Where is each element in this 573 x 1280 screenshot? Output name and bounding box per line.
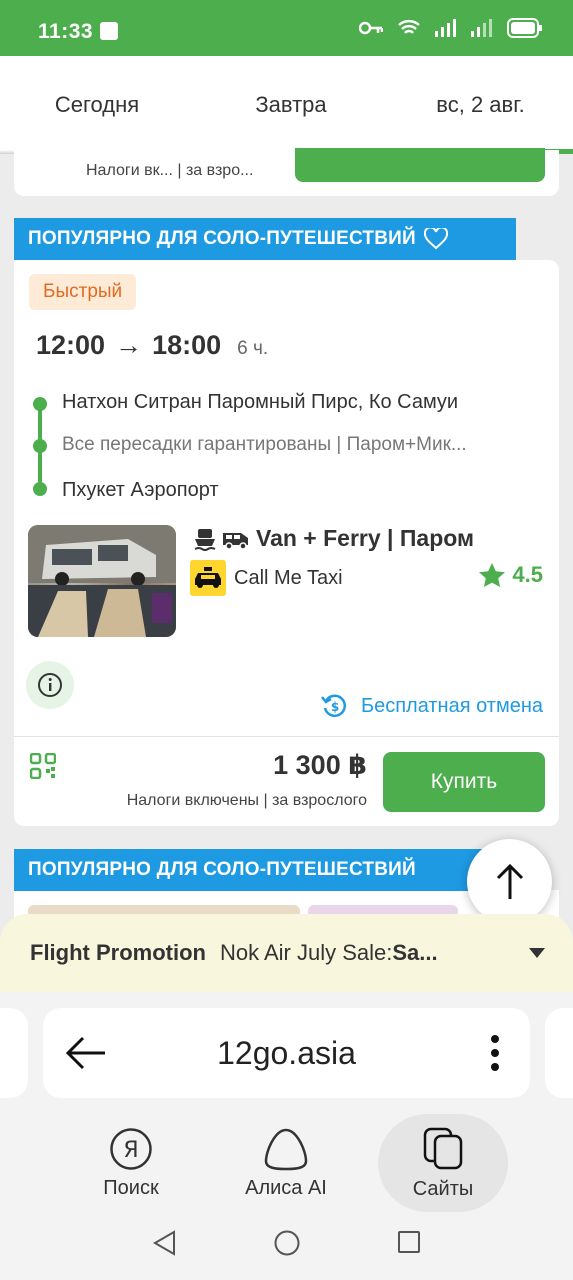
- more-menu-icon[interactable]: [490, 1034, 500, 1072]
- route-dot-middle: [33, 439, 47, 453]
- url-text[interactable]: 12go.asia: [43, 1035, 530, 1072]
- tabs-icon: [423, 1127, 463, 1169]
- yandex-icon: Я: [110, 1127, 152, 1170]
- stop-departure: Натхон Ситран Паромный Пирс, Ко Самуи: [62, 391, 459, 413]
- previous-card: Налоги вк... | за взро...: [14, 148, 559, 196]
- promo-label: Flight Promotion: [30, 940, 206, 965]
- free-cancellation[interactable]: $ Бесплатная отмена: [320, 692, 543, 720]
- operator[interactable]: Call Me Taxi: [190, 560, 343, 596]
- vehicle-label: Van + Ferry | Паром: [256, 525, 475, 551]
- system-navigation-bar: [0, 1214, 573, 1280]
- route-dot-start: [33, 397, 47, 411]
- card-divider: [14, 736, 559, 737]
- next-tab-card[interactable]: [545, 1008, 573, 1098]
- solo-travel-ribbon: ПОПУЛЯРНО ДЛЯ СОЛО-ПУТЕШЕСТВИЙ: [14, 218, 516, 260]
- status-bar: 11:33: [0, 0, 573, 56]
- system-back-icon[interactable]: [152, 1230, 176, 1256]
- arrive-time: 18:00: [152, 330, 222, 360]
- operator-name: Call Me Taxi: [234, 566, 343, 589]
- previous-tab-card[interactable]: [0, 1008, 28, 1098]
- nav-search[interactable]: Я Поиск: [66, 1114, 196, 1212]
- buy-button[interactable]: Купить: [383, 752, 545, 812]
- heart-icon[interactable]: [423, 228, 448, 250]
- chevron-down-icon[interactable]: [529, 948, 545, 958]
- price: 1 300 ฿: [273, 750, 367, 780]
- battery-icon: [507, 18, 542, 38]
- trip-card[interactable]: Быстрый 12:00 → 18:00 6 ч. Натхон Ситран…: [14, 260, 559, 826]
- ferry-icon: [194, 528, 216, 551]
- arrow-icon: →: [115, 330, 143, 360]
- tab-today[interactable]: Сегодня: [0, 56, 194, 154]
- svg-text:Я: Я: [123, 1138, 138, 1163]
- system-home-icon[interactable]: [274, 1230, 300, 1256]
- system-recents-icon[interactable]: [397, 1230, 421, 1254]
- wifi-icon: [398, 20, 420, 34]
- price-note: Налоги включены | за взрослого: [126, 792, 367, 809]
- next-ribbon-label: ПОПУЛЯРНО ДЛЯ СОЛО-ПУТЕШЕСТВИЙ: [28, 859, 416, 880]
- nav-sites-label: Сайты: [412, 1177, 474, 1200]
- date-tabs: Сегодня Завтра вс, 2 авг.: [0, 56, 573, 154]
- stop-transfers: Все пересадки гарантированы | Паром+Мик.…: [62, 434, 467, 455]
- trip-times: 12:00 → 18:00 6 ч.: [36, 330, 268, 361]
- qr-ticket-icon: [29, 752, 57, 784]
- address-bar[interactable]: 12go.asia: [43, 1008, 530, 1098]
- scroll-to-top-button[interactable]: [467, 839, 552, 924]
- taxi-logo-icon: [190, 560, 226, 596]
- browser-chrome: 12go.asia Я Поиск Алиса AI Сайты: [0, 992, 573, 1280]
- svg-text:$: $: [331, 700, 339, 714]
- nav-sites[interactable]: Сайты: [378, 1114, 508, 1212]
- status-icons: [359, 18, 543, 38]
- depart-time: 12:00: [36, 330, 106, 360]
- route-dot-end: [33, 482, 47, 496]
- signal-icon-2: [471, 19, 492, 37]
- star-icon: [479, 563, 506, 587]
- promo-text: Nok Air July Sale:: [219, 940, 393, 965]
- vehicle-type: Van + Ferry | Паром: [194, 525, 474, 552]
- rating: 4.5: [478, 562, 543, 588]
- info-icon: [38, 673, 62, 697]
- promo-sale: Sa...: [392, 940, 438, 965]
- sim-icon: [100, 22, 118, 40]
- arrow-up-icon: [496, 863, 523, 899]
- alice-icon: [264, 1128, 308, 1170]
- tab-sunday-aug-2[interactable]: вс, 2 авг.: [388, 56, 573, 154]
- refund-icon: $: [320, 694, 346, 718]
- previous-select-button[interactable]: [295, 148, 545, 182]
- nav-alice-label: Алиса AI: [245, 1176, 327, 1199]
- nav-alice[interactable]: Алиса AI: [221, 1114, 351, 1212]
- flight-promotion-banner[interactable]: Flight Promotion Nok Air July Sale: Sa..…: [0, 914, 573, 992]
- signal-icon: [435, 19, 456, 37]
- info-button[interactable]: [26, 661, 74, 709]
- rating-value: 4.5: [512, 562, 543, 587]
- key-icon: [359, 21, 383, 35]
- vehicle-photo[interactable]: [28, 525, 176, 637]
- stop-arrival: Пхукет Аэропорт: [62, 479, 219, 501]
- nav-search-label: Поиск: [103, 1176, 159, 1199]
- tab-tomorrow[interactable]: Завтра: [194, 56, 388, 154]
- van-icon: [223, 532, 248, 549]
- status-time: 11:33: [38, 20, 94, 43]
- ribbon-label: ПОПУЛЯРНО ДЛЯ СОЛО-ПУТЕШЕСТВИЙ: [28, 228, 416, 249]
- previous-tax-note: Налоги вк... | за взро...: [86, 162, 254, 179]
- trip-duration: 6 ч.: [237, 338, 269, 359]
- fast-badge: Быстрый: [29, 274, 137, 310]
- free-cancellation-label: Бесплатная отмена: [360, 694, 543, 717]
- next-solo-travel-ribbon: ПОПУЛЯРНО ДЛЯ СОЛО-ПУТЕШЕСТВИЙ: [14, 849, 484, 891]
